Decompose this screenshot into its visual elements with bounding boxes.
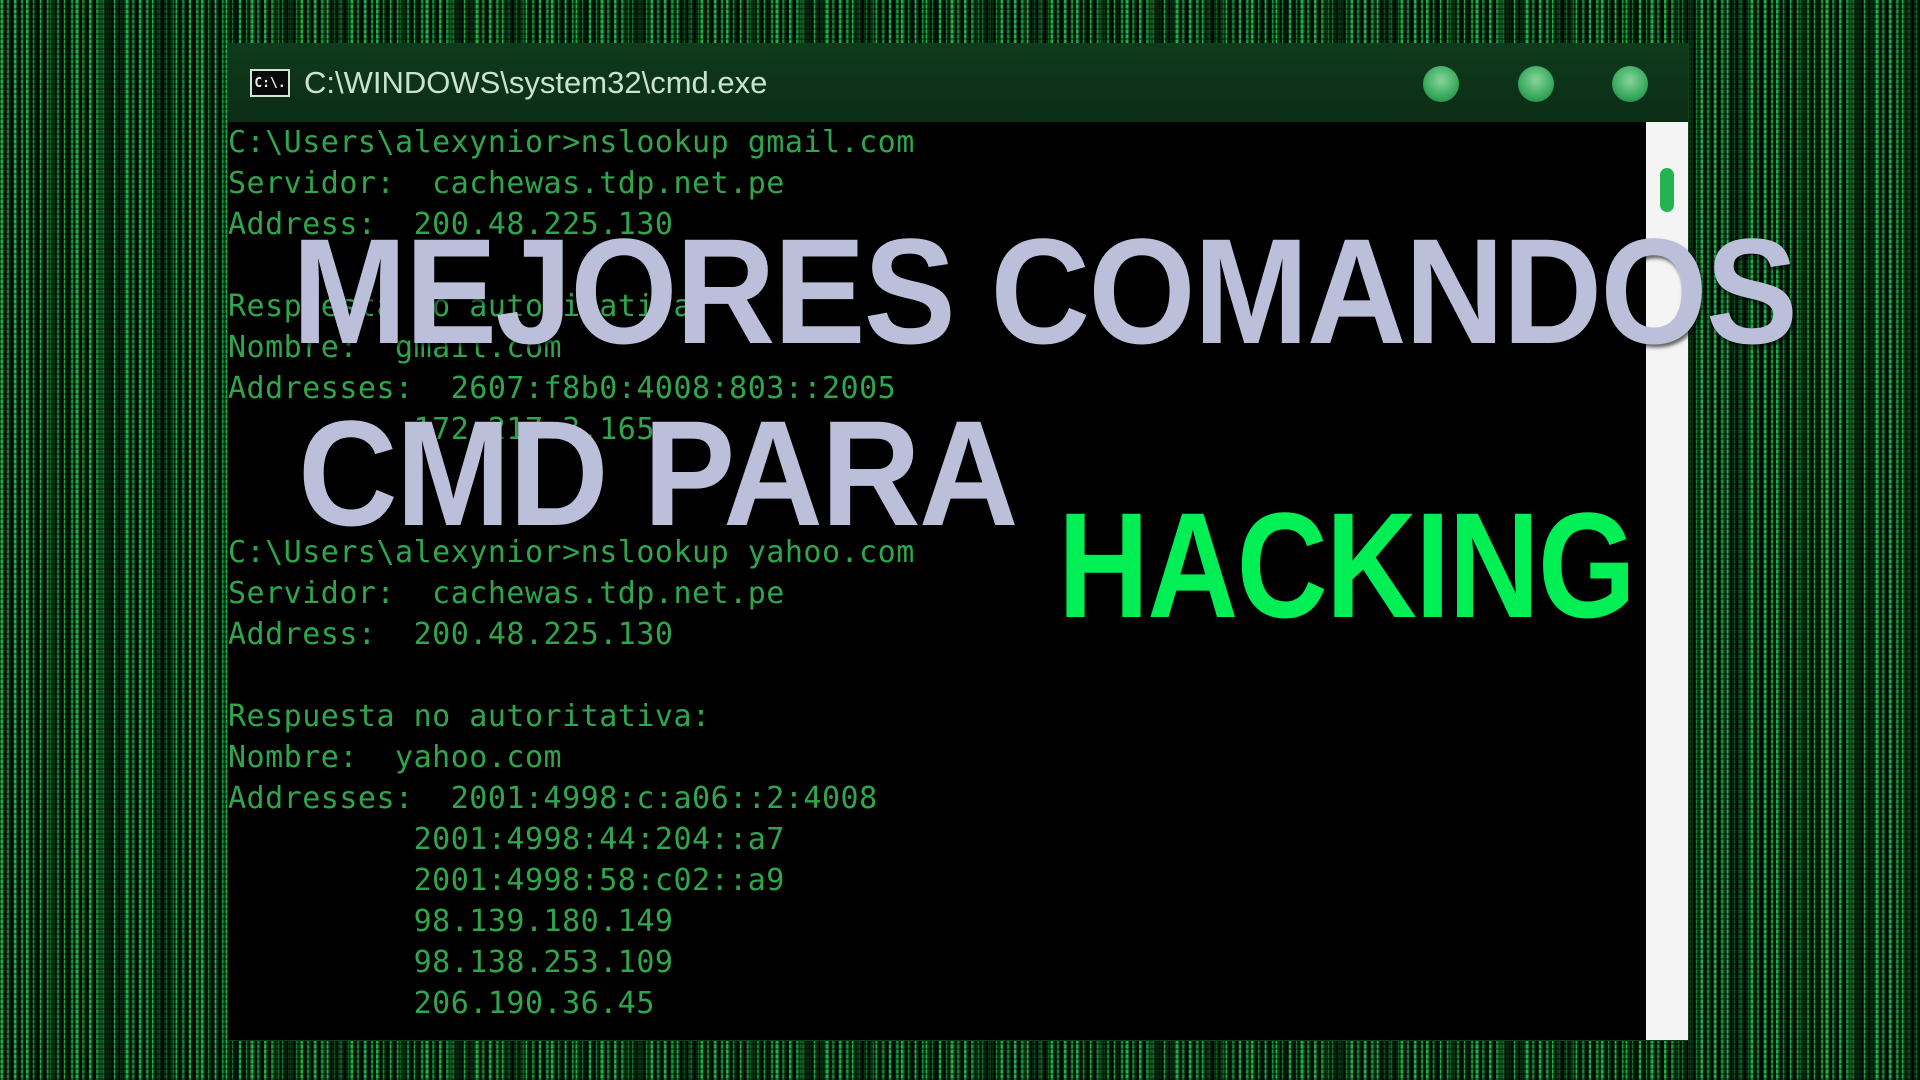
close-icon[interactable] <box>1612 66 1648 102</box>
console-line: Nombre: yahoo.com <box>228 740 563 775</box>
console-line: Address: 200.48.225.130 <box>228 617 674 652</box>
console-line: 98.139.180.149 <box>228 904 674 939</box>
titlebar[interactable]: C:\. C:\WINDOWS\system32\cmd.exe <box>228 44 1688 122</box>
console-line: Servidor: cachewas.tdp.net.pe <box>228 576 785 611</box>
console-line: Addresses: 2001:4998:c:a06::2:4008 <box>228 781 878 816</box>
console-line: 206.190.36.45 <box>228 986 655 1021</box>
console-line: 98.138.253.109 <box>228 945 674 980</box>
minimize-icon[interactable] <box>1423 66 1459 102</box>
console-line: 2001:4998:44:204::a7 <box>228 822 785 857</box>
headline-hacking: HACKING <box>1058 481 1636 649</box>
window-title: C:\WINDOWS\system32\cmd.exe <box>304 65 768 100</box>
console-line: C:\Users\alexynior>nslookup gmail.com <box>228 125 915 160</box>
console-line: 2001:4998:58:c02::a9 <box>228 863 785 898</box>
scrollbar-thumb[interactable] <box>1660 168 1674 212</box>
cmd-icon: C:\. <box>250 69 290 97</box>
headline-line-2: CMD PARA <box>298 389 1019 557</box>
console-line: Servidor: cachewas.tdp.net.pe <box>228 166 785 201</box>
console-line: Respuesta no autoritativa: <box>228 699 711 734</box>
headline-line-1: MEJORES COMANDOS <box>292 207 1798 375</box>
maximize-icon[interactable] <box>1518 66 1554 102</box>
